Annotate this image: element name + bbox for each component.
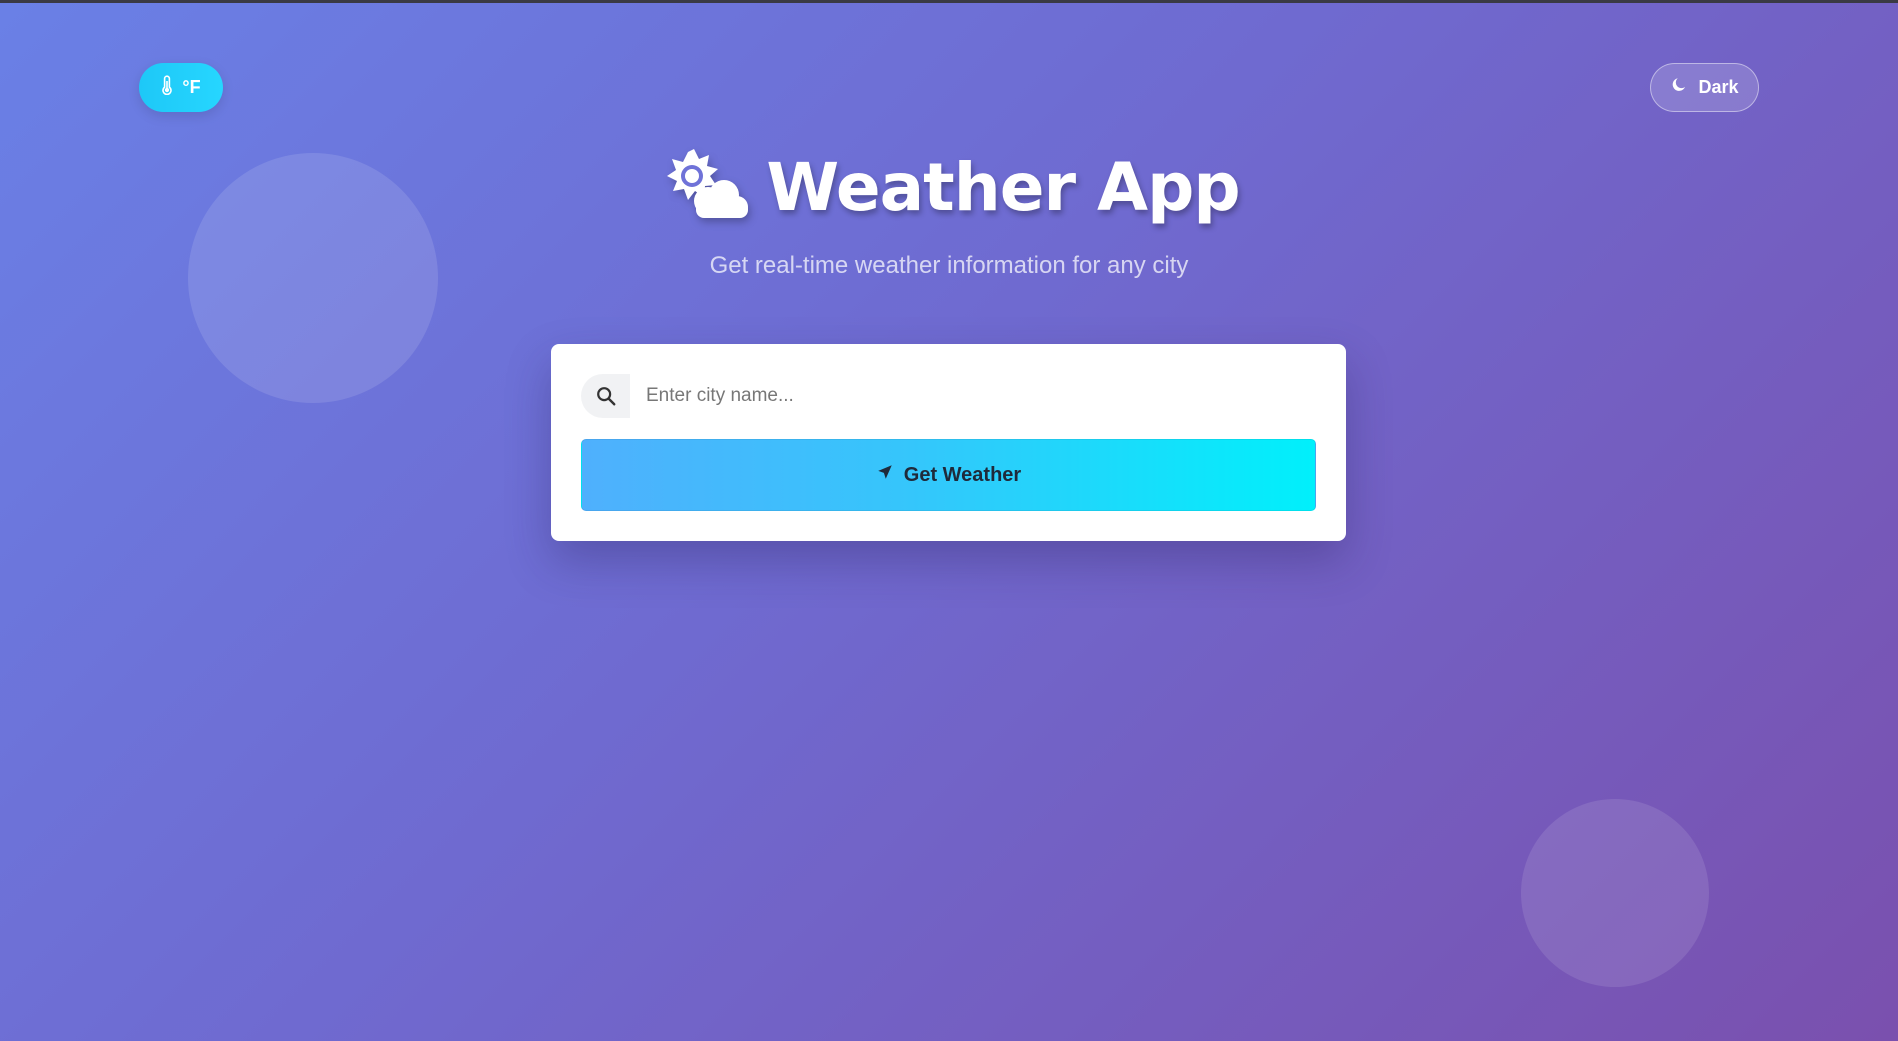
app-header: Weather App bbox=[0, 145, 1898, 230]
unit-toggle-label: °F bbox=[182, 77, 201, 97]
search-field bbox=[581, 374, 1316, 418]
search-card: Get Weather bbox=[551, 344, 1346, 541]
location-arrow-icon bbox=[876, 463, 894, 487]
sun-behind-cloud-icon bbox=[658, 145, 750, 230]
moon-icon bbox=[1670, 76, 1688, 99]
page-subtitle: Get real-time weather information for an… bbox=[709, 252, 1189, 279]
thermometer-icon bbox=[161, 75, 173, 100]
page-title: Weather App bbox=[766, 149, 1240, 226]
search-icon bbox=[581, 374, 630, 418]
get-weather-label: Get Weather bbox=[903, 463, 1022, 486]
window-top-border bbox=[0, 0, 1898, 3]
get-weather-button[interactable]: Get Weather bbox=[581, 439, 1316, 511]
decorative-bubble bbox=[1521, 799, 1709, 987]
theme-toggle-label: Dark bbox=[1698, 77, 1739, 97]
city-search-input[interactable] bbox=[630, 374, 1316, 418]
theme-toggle-button[interactable]: Dark bbox=[1650, 63, 1759, 112]
unit-toggle-button[interactable]: °F bbox=[139, 63, 223, 112]
